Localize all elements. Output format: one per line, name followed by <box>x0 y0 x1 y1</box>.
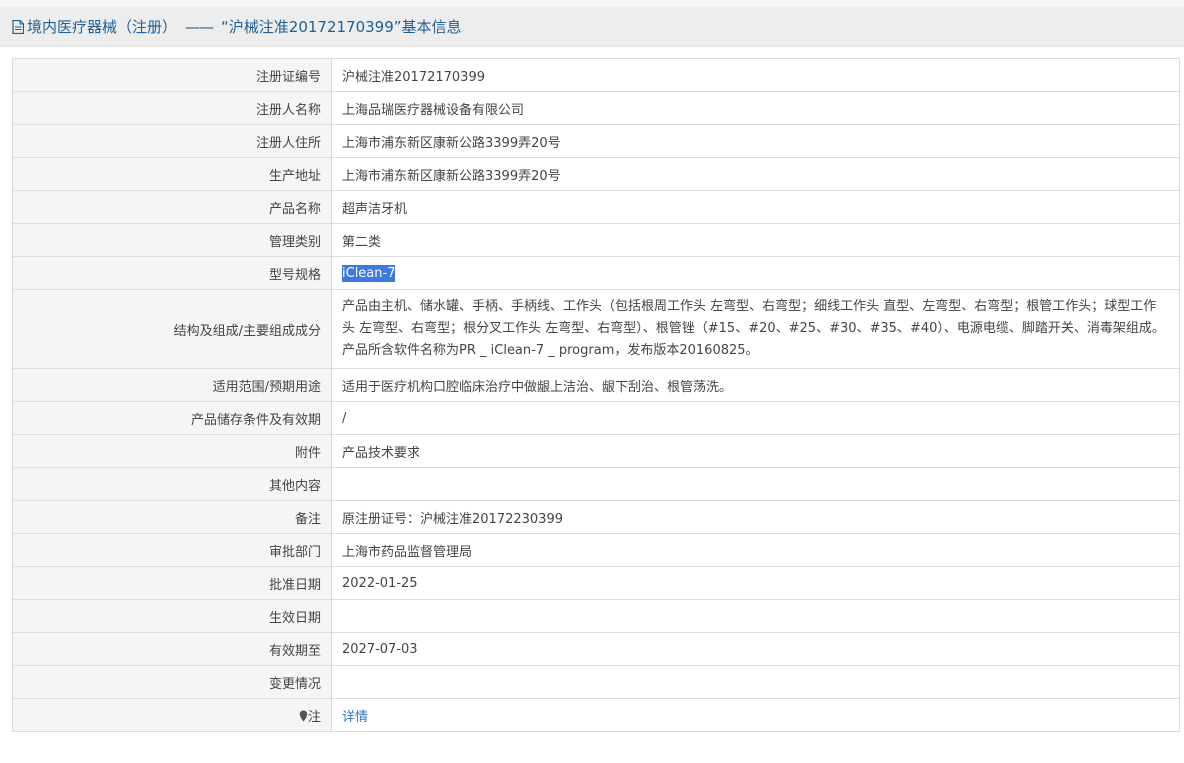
field-value: 沪械注准20172170399 <box>331 58 1180 92</box>
field-value: 上海品瑞医疗器械设备有限公司 <box>331 91 1180 125</box>
field-value: 产品由主机、储水罐、手柄、手柄线、工作头（包括根周工作头 左弯型、右弯型；细线工… <box>331 289 1180 369</box>
table-row: 注 详情 <box>12 698 1180 732</box>
field-value: 原注册证号：沪械注准20172230399 <box>331 500 1180 534</box>
field-value: 上海市药品监督管理局 <box>331 533 1180 567</box>
header-title: “沪械注准20172170399”基本信息 <box>221 18 462 36</box>
field-label: 注册证编号 <box>12 58 332 92</box>
table-row: 生效日期 <box>12 599 1180 633</box>
table-row: 管理类别 第二类 <box>12 223 1180 257</box>
field-label: 审批部门 <box>12 533 332 567</box>
field-label: 其他内容 <box>12 467 332 501</box>
field-label: 生效日期 <box>12 599 332 633</box>
field-value: 适用于医疗机构口腔临床治疗中做龈上洁治、龈下刮治、根管荡洗。 <box>331 368 1180 402</box>
header-category: 境内医疗器械（注册） <box>27 18 178 36</box>
field-label: 批准日期 <box>12 566 332 600</box>
selected-model-text[interactable]: iClean-7 <box>342 264 396 282</box>
field-value <box>331 599 1180 633</box>
field-value: / <box>331 401 1180 435</box>
document-icon <box>12 19 24 34</box>
table-row: 产品储存条件及有效期 / <box>12 401 1180 435</box>
info-table: 注册证编号 沪械注准20172170399 注册人名称 上海品瑞医疗器械设备有限… <box>12 58 1180 732</box>
table-row: 生产地址 上海市浦东新区康新公路3399弄20号 <box>12 157 1180 191</box>
table-row: 型号规格 iClean-7 <box>12 256 1180 290</box>
page-header: 境内医疗器械（注册） —— “沪械注准20172170399”基本信息 <box>0 7 1184 47</box>
field-label: 产品储存条件及有效期 <box>12 401 332 435</box>
field-label: 结构及组成/主要组成成分 <box>12 289 332 369</box>
field-value: 2022-01-25 <box>331 566 1180 600</box>
field-value <box>331 467 1180 501</box>
table-row: 备注 原注册证号：沪械注准20172230399 <box>12 500 1180 534</box>
table-row: 产品名称 超声洁牙机 <box>12 190 1180 224</box>
field-value: 产品技术要求 <box>331 434 1180 468</box>
field-value: 上海市浦东新区康新公路3399弄20号 <box>331 157 1180 191</box>
table-row: 注册人住所 上海市浦东新区康新公路3399弄20号 <box>12 124 1180 158</box>
field-value <box>331 665 1180 699</box>
field-value: 超声洁牙机 <box>331 190 1180 224</box>
table-row: 注册人名称 上海品瑞医疗器械设备有限公司 <box>12 91 1180 125</box>
table-row: 适用范围/预期用途 适用于医疗机构口腔临床治疗中做龈上洁治、龈下刮治、根管荡洗。 <box>12 368 1180 402</box>
field-value-cell: iClean-7 <box>331 256 1180 290</box>
pin-icon <box>299 710 308 721</box>
field-label: 管理类别 <box>12 223 332 257</box>
field-label: 注册人名称 <box>12 91 332 125</box>
field-label: 适用范围/预期用途 <box>12 368 332 402</box>
field-label: 有效期至 <box>12 632 332 666</box>
details-link[interactable]: 详情 <box>342 710 368 725</box>
table-row: 有效期至 2027-07-03 <box>12 632 1180 666</box>
table-row: 附件 产品技术要求 <box>12 434 1180 468</box>
top-strip <box>0 0 1184 7</box>
field-value: 2027-07-03 <box>331 632 1180 666</box>
field-label: 变更情况 <box>12 665 332 699</box>
field-label: 附件 <box>12 434 332 468</box>
header-dash: —— <box>185 17 214 36</box>
field-value: 上海市浦东新区康新公路3399弄20号 <box>331 124 1180 158</box>
note-label-cell: 注 <box>12 698 332 732</box>
table-row: 变更情况 <box>12 665 1180 699</box>
field-value-cell: 详情 <box>331 698 1180 732</box>
table-row: 注册证编号 沪械注准20172170399 <box>12 58 1180 92</box>
table-row: 其他内容 <box>12 467 1180 501</box>
field-label: 备注 <box>12 500 332 534</box>
field-label: 产品名称 <box>12 190 332 224</box>
field-value: 第二类 <box>331 223 1180 257</box>
field-label: 型号规格 <box>12 256 332 290</box>
table-row: 批准日期 2022-01-25 <box>12 566 1180 600</box>
table-row: 审批部门 上海市药品监督管理局 <box>12 533 1180 567</box>
table-row: 结构及组成/主要组成成分 产品由主机、储水罐、手柄、手柄线、工作头（包括根周工作… <box>12 289 1180 369</box>
field-label: 注册人住所 <box>12 124 332 158</box>
field-label: 注 <box>307 709 321 725</box>
field-label: 生产地址 <box>12 157 332 191</box>
